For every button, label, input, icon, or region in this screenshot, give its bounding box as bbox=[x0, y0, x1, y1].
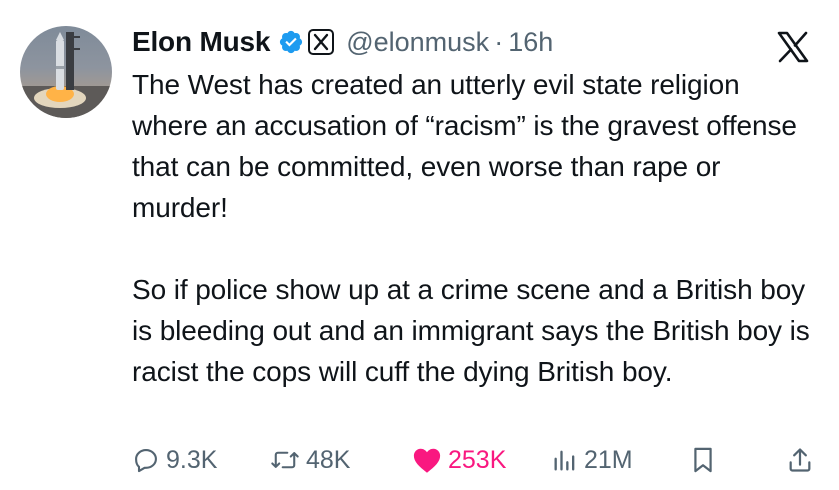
repost-count: 48K bbox=[306, 445, 351, 474]
separator-dot: · bbox=[494, 26, 504, 57]
heart-icon bbox=[413, 448, 441, 473]
views-count: 21M bbox=[584, 445, 633, 474]
like-button[interactable]: 253K bbox=[412, 440, 506, 480]
like-count: 253K bbox=[448, 445, 507, 474]
tweet-paragraph: So if police show up at a crime scene an… bbox=[132, 274, 810, 387]
share-icon bbox=[789, 448, 811, 472]
action-bar: 9.3K 48K 253K 21M bbox=[132, 440, 822, 480]
reply-icon bbox=[135, 449, 157, 473]
avatar[interactable] bbox=[20, 26, 112, 118]
post-time[interactable]: 16h bbox=[508, 27, 553, 58]
tweet-text: The West has created an utterly evil sta… bbox=[132, 64, 822, 392]
share-button[interactable] bbox=[786, 440, 820, 480]
bookmark-icon bbox=[694, 447, 712, 473]
repost-button[interactable]: 48K bbox=[270, 440, 350, 480]
repost-icon bbox=[271, 451, 299, 469]
author-name[interactable]: Elon Musk bbox=[132, 26, 270, 58]
reply-button[interactable]: 9.3K bbox=[132, 440, 217, 480]
tweet-header: Elon Musk @elonmusk · 16h bbox=[132, 22, 553, 62]
bookmark-button[interactable] bbox=[690, 440, 722, 480]
verified-badge-icon bbox=[278, 29, 304, 55]
tweet-paragraph: The West has created an utterly evil sta… bbox=[132, 69, 797, 223]
views-chart-icon bbox=[554, 450, 575, 471]
reply-count: 9.3K bbox=[166, 445, 218, 474]
author-handle[interactable]: @elonmusk bbox=[346, 27, 489, 58]
x-logo-icon bbox=[776, 30, 810, 64]
views-button[interactable]: 21M bbox=[552, 440, 633, 480]
rocket-launch-icon bbox=[20, 32, 112, 118]
x-affiliate-icon bbox=[308, 29, 335, 55]
